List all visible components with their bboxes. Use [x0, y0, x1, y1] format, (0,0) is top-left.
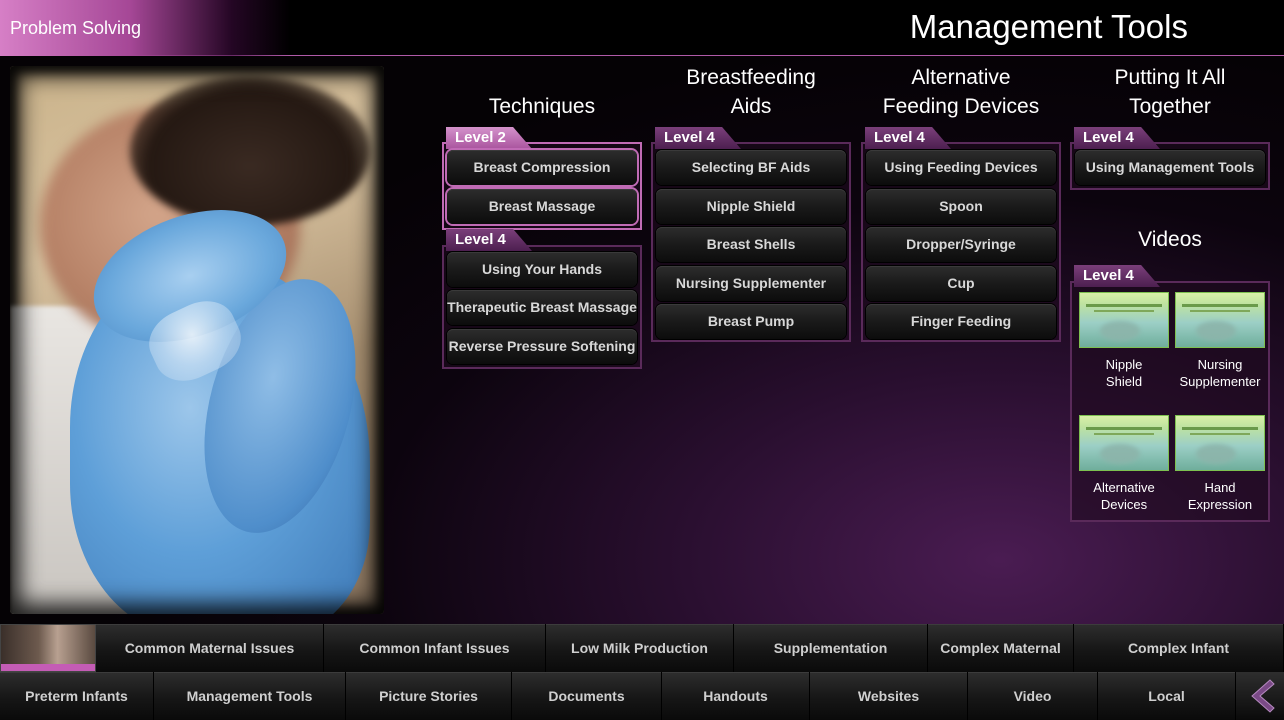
video-thumbnail[interactable]	[1079, 415, 1169, 471]
breast-compression-button[interactable]: Breast Compression	[447, 150, 637, 185]
devices-heading-line1: Alternative	[911, 66, 1011, 89]
devices-heading-line2: Feeding Devices	[882, 95, 1040, 118]
video-label-line2: Shield	[1105, 374, 1143, 389]
nav-documents[interactable]: Documents	[512, 672, 662, 720]
aids-heading: Breastfeeding Aids	[651, 63, 851, 121]
therapeutic-breast-massage-button[interactable]: Therapeutic Breast Massage	[447, 290, 637, 325]
nipple-shield-button[interactable]: Nipple Shield	[656, 189, 846, 224]
videos-heading: Videos	[1138, 228, 1202, 251]
using-feeding-devices-button[interactable]: Using Feeding Devices	[866, 150, 1056, 185]
video-label-line2: Supplementer	[1179, 374, 1261, 389]
nav-complex-infant[interactable]: Complex Infant	[1074, 624, 1284, 672]
video-label-line1: Hand	[1204, 480, 1236, 495]
level-tab: Level 4	[446, 229, 532, 251]
nav-row-1: Common Maternal Issues Common Infant Iss…	[0, 624, 1284, 672]
nav-supplementation[interactable]: Supplementation	[734, 624, 928, 672]
section-tag: Problem Solving	[0, 0, 290, 56]
video-thumbnail[interactable]	[1175, 292, 1265, 348]
together-heading: Putting It All Together	[1070, 63, 1270, 121]
video-hand-expression[interactable]: Hand Expression	[1175, 415, 1265, 513]
nav-handouts[interactable]: Handouts	[662, 672, 810, 720]
nav-local[interactable]: Local	[1098, 672, 1236, 720]
level-tab: Level 2	[446, 127, 532, 149]
breast-massage-button[interactable]: Breast Massage	[447, 189, 637, 224]
together-heading-line2: Together	[1129, 95, 1211, 118]
nav-common-infant-issues[interactable]: Common Infant Issues	[324, 624, 546, 672]
level-tab: Level 4	[1074, 265, 1160, 287]
video-label-line1: Nursing	[1197, 357, 1243, 372]
title-bar: Problem Solving Management Tools	[0, 0, 1284, 56]
video-label-line2: Devices	[1100, 497, 1148, 512]
aids-heading-line1: Breastfeeding	[686, 66, 816, 89]
video-nursing-supplementer[interactable]: Nursing Supplementer	[1175, 292, 1265, 390]
page-title: Management Tools	[909, 8, 1188, 45]
video-label-line1: Alternative	[1093, 480, 1155, 495]
video-label-line1: Nipple	[1105, 357, 1143, 372]
app-screen: Problem Solving Management Tools Techniq…	[0, 0, 1284, 720]
level-tab: Level 4	[655, 127, 741, 149]
nav-low-milk-production[interactable]: Low Milk Production	[546, 624, 734, 672]
nav-picture-stories[interactable]: Picture Stories	[346, 672, 512, 720]
reverse-pressure-softening-button[interactable]: Reverse Pressure Softening	[447, 329, 637, 364]
video-thumbnail[interactable]	[1079, 292, 1169, 348]
using-your-hands-button[interactable]: Using Your Hands	[447, 252, 637, 287]
level-tab: Level 4	[1074, 127, 1160, 149]
video-label-line2: Expression	[1187, 497, 1253, 512]
breast-pump-button[interactable]: Breast Pump	[656, 304, 846, 339]
nav-common-maternal-issues[interactable]: Common Maternal Issues	[96, 624, 324, 672]
spoon-button[interactable]: Spoon	[866, 189, 1056, 224]
hero-photo	[10, 66, 384, 614]
selecting-bf-aids-button[interactable]: Selecting BF Aids	[656, 150, 846, 185]
video-nipple-shield[interactable]: Nipple Shield	[1079, 292, 1169, 390]
aids-heading-line2: Aids	[730, 95, 772, 118]
nav-complex-maternal[interactable]: Complex Maternal	[928, 624, 1074, 672]
devices-heading: Alternative Feeding Devices	[861, 63, 1061, 121]
cup-button[interactable]: Cup	[866, 266, 1056, 301]
nav-row-2: Preterm Infants Management Tools Picture…	[0, 672, 1284, 720]
video-alternative-devices[interactable]: Alternative Devices	[1079, 415, 1169, 513]
nav-preterm-infants[interactable]: Preterm Infants	[0, 672, 154, 720]
finger-feeding-button[interactable]: Finger Feeding	[866, 304, 1056, 339]
nav-management-tools[interactable]: Management Tools	[154, 672, 346, 720]
video-thumbnail[interactable]	[1175, 415, 1265, 471]
using-management-tools-button[interactable]: Using Management Tools	[1075, 150, 1265, 185]
nav-video[interactable]: Video	[968, 672, 1098, 720]
breast-shells-button[interactable]: Breast Shells	[656, 227, 846, 262]
techniques-heading: Techniques	[488, 95, 596, 118]
nursing-supplementer-button[interactable]: Nursing Supplementer	[656, 266, 846, 301]
level-tab: Level 4	[865, 127, 951, 149]
nav-websites[interactable]: Websites	[810, 672, 968, 720]
together-heading-line1: Putting It All	[1114, 66, 1226, 89]
dropper-syringe-button[interactable]: Dropper/Syringe	[866, 227, 1056, 262]
chevron-left-icon	[1251, 679, 1275, 713]
back-button[interactable]	[1236, 672, 1284, 720]
